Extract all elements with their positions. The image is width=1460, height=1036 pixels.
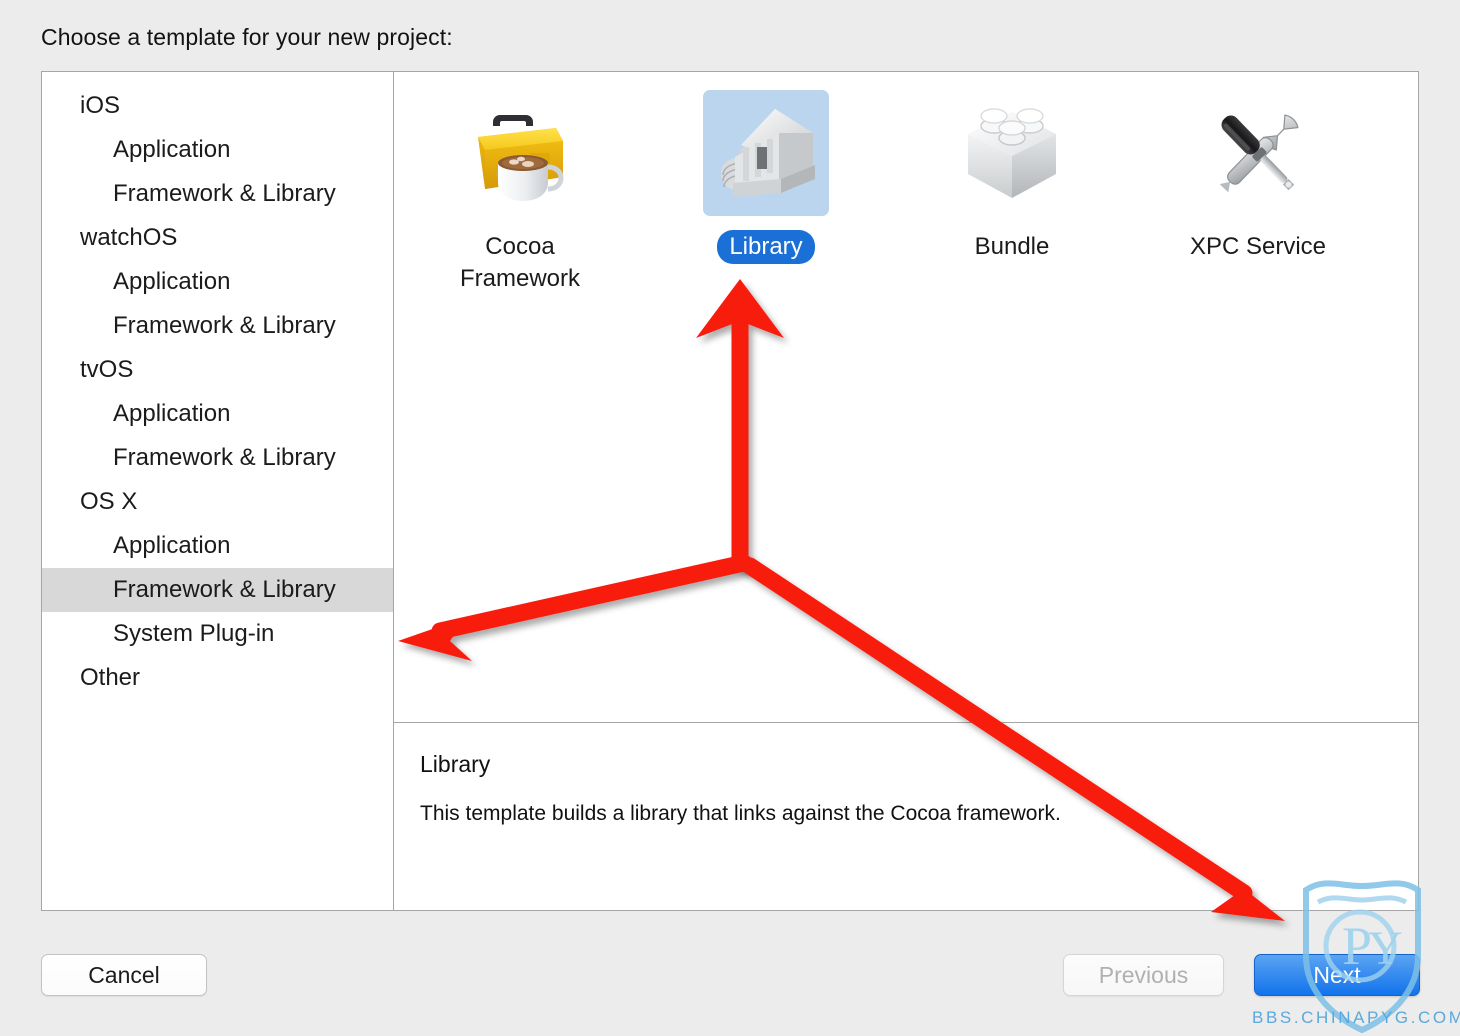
sidebar-item-system-plug-in[interactable]: System Plug-in xyxy=(42,612,393,656)
screwdriver-wrench-icon xyxy=(1195,90,1321,216)
sidebar-item-application[interactable]: Application xyxy=(42,260,393,304)
template-item-cocoa-framework[interactable]: Cocoa Framework xyxy=(400,90,640,296)
previous-button[interactable]: Previous xyxy=(1063,954,1224,996)
toolbox-coffee-icon xyxy=(457,90,583,216)
template-item-library[interactable]: Library xyxy=(646,90,886,264)
sidebar-item-watchos[interactable]: watchOS xyxy=(42,216,393,260)
lego-brick-icon xyxy=(949,90,1075,216)
template-chooser-panel: iOS Application Framework & Library watchOS… xyxy=(41,71,1419,911)
template-label: Bundle xyxy=(974,233,1050,260)
watermark-url-text: BBS.CHINAPYG.COM xyxy=(1252,1008,1460,1027)
sidebar-item-ios[interactable]: iOS xyxy=(42,84,393,128)
cancel-button[interactable]: Cancel xyxy=(41,954,207,996)
template-label: Cocoa Framework xyxy=(459,233,580,292)
template-item-bundle[interactable]: Bundle xyxy=(892,90,1132,264)
template-content: Cocoa Framework Library Bundle XPC Servi… xyxy=(394,72,1418,910)
sidebar-item-application[interactable]: Application xyxy=(42,392,393,436)
description-title: Library xyxy=(420,751,491,777)
sidebar-item-framework-library[interactable]: Framework & Library xyxy=(42,568,393,612)
template-grid[interactable]: Cocoa Framework Library Bundle XPC Servi… xyxy=(394,72,1418,723)
template-label: XPC Service xyxy=(1189,233,1327,260)
bank-building-icon xyxy=(703,90,829,216)
next-button[interactable]: Next xyxy=(1254,954,1420,996)
page-title: Choose a template for your new project: xyxy=(41,24,453,50)
sidebar-item-tvos[interactable]: tvOS xyxy=(42,348,393,392)
sidebar-item-other[interactable]: Other xyxy=(42,656,393,700)
template-description-pane: Library This template builds a library t… xyxy=(394,723,1418,910)
description-body: This template builds a library that link… xyxy=(420,802,1061,825)
category-sidebar[interactable]: iOS Application Framework & Library watchOS… xyxy=(42,72,394,910)
sidebar-item-application[interactable]: Application xyxy=(42,128,393,172)
sidebar-item-framework-library[interactable]: Framework & Library xyxy=(42,172,393,216)
template-item-xpc-service[interactable]: XPC Service xyxy=(1138,90,1378,264)
sidebar-item-os-x[interactable]: OS X xyxy=(42,480,393,524)
sidebar-item-framework-library[interactable]: Framework & Library xyxy=(42,304,393,348)
template-label: Library xyxy=(717,230,815,264)
sidebar-item-framework-library[interactable]: Framework & Library xyxy=(42,436,393,480)
sidebar-item-application[interactable]: Application xyxy=(42,524,393,568)
